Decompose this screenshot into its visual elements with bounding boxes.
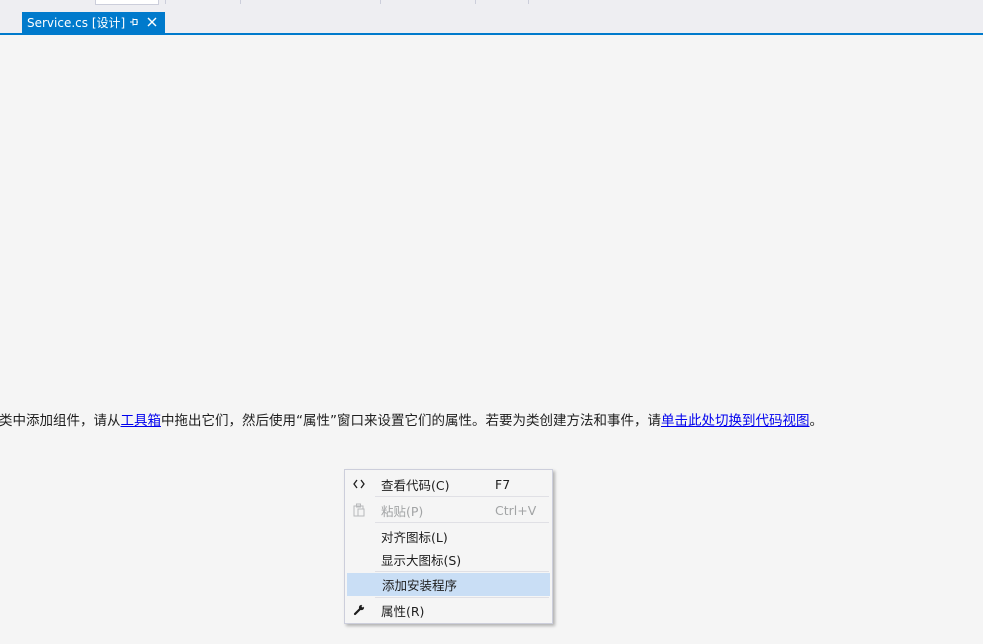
paste-icon [352, 503, 366, 517]
menu-item-label: 对齐图标(L) [381, 529, 448, 545]
document-tab[interactable]: Service.cs [设计] [22, 12, 165, 33]
menu-separator [375, 496, 549, 497]
menu-item-label: 显示大图标(S) [381, 552, 462, 568]
menu-item-add-installer[interactable]: 添加安装程序 [347, 573, 550, 596]
menu-item-label: 查看代码(C) [381, 477, 450, 493]
menu-item-paste[interactable]: 粘贴(P) Ctrl+V [347, 499, 550, 521]
context-menu: 查看代码(C) F7 粘贴(P) Ctrl+V 对齐图标(L) 显示大图标(S)… [344, 469, 553, 624]
menu-item-properties[interactable]: 属性(R) [347, 599, 550, 621]
toolbox-link[interactable]: 工具箱 [121, 413, 162, 429]
toolbar-separator [475, 0, 476, 4]
toolbar-separator [528, 0, 529, 4]
wrench-icon [352, 603, 366, 617]
toolbar-strip [0, 0, 983, 12]
menu-item-label: 粘贴(P) [381, 503, 424, 519]
toolbar-separator [380, 0, 381, 4]
menu-separator [375, 571, 549, 572]
designer-hint-text: 类中添加组件，请从工具箱中拖出它们，然后使用“属性”窗口来设置它们的属性。若要为… [0, 409, 823, 429]
menu-separator [375, 597, 549, 598]
code-brackets-icon [352, 477, 366, 491]
hint-suffix: 。 [809, 413, 824, 429]
hint-prefix: 类中添加组件，请从 [0, 413, 121, 429]
menu-item-shortcut: F7 [495, 476, 511, 492]
pin-icon[interactable] [128, 16, 140, 28]
menu-item-view-code[interactable]: 查看代码(C) F7 [347, 473, 550, 495]
menu-item-align-icons[interactable]: 对齐图标(L) [347, 525, 550, 547]
menu-item-label: 属性(R) [381, 603, 425, 619]
menu-item-shortcut: Ctrl+V [495, 502, 537, 518]
menu-separator [375, 522, 549, 523]
toolbar-combobox[interactable] [95, 0, 159, 5]
menu-item-show-large-icons[interactable]: 显示大图标(S) [347, 548, 550, 570]
toolbar-separator [165, 0, 166, 4]
menu-item-label: 添加安装程序 [382, 578, 458, 593]
toolbar-separator [240, 0, 241, 4]
hint-middle: 中拖出它们，然后使用“属性”窗口来设置它们的属性。若要为类创建方法和事件，请 [161, 413, 661, 429]
tab-title: Service.cs [设计] [27, 16, 126, 30]
code-view-link[interactable]: 单击此处切换到代码视图 [661, 413, 810, 429]
close-icon[interactable] [146, 16, 158, 28]
